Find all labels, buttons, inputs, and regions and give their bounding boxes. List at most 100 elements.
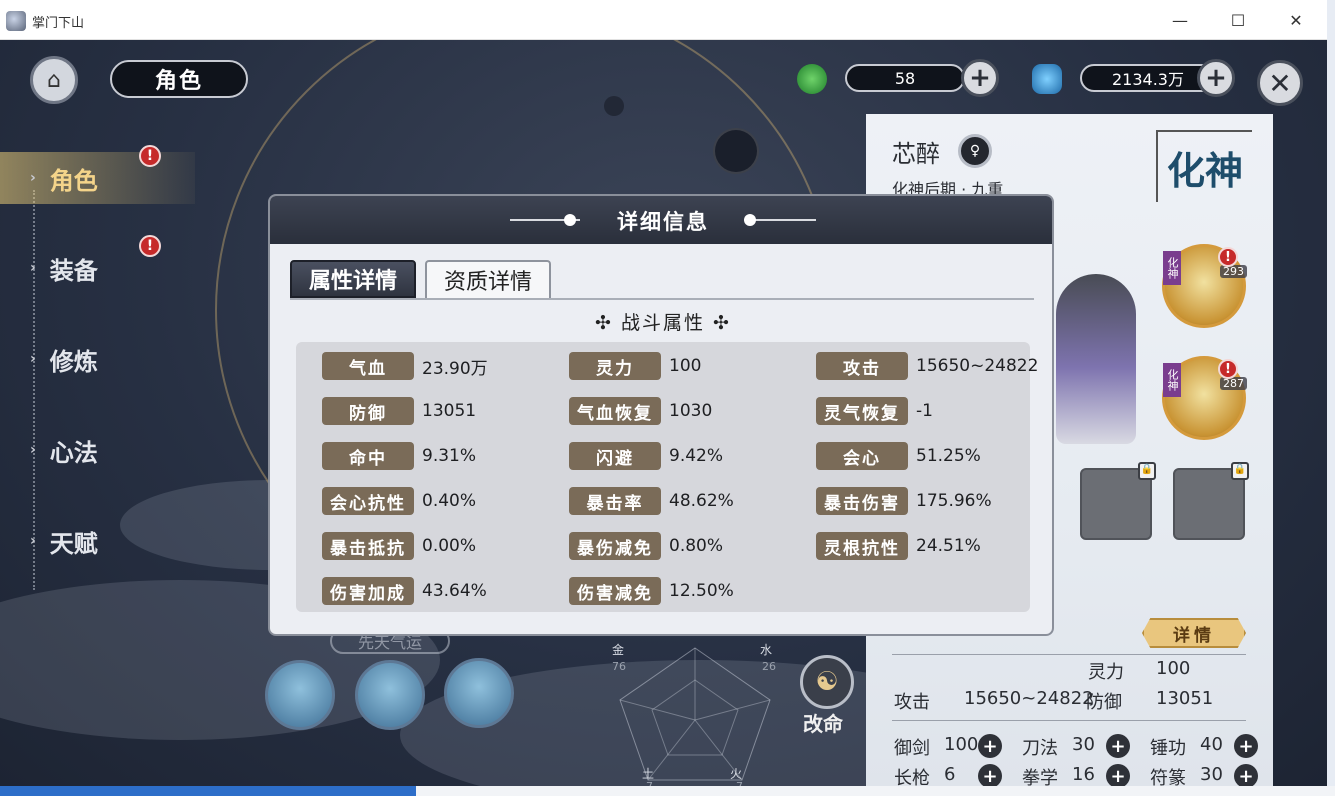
stat-value: 13051 — [422, 401, 477, 421]
sect-home-button[interactable]: ⌂ — [30, 56, 78, 104]
nav-item-cultivation[interactable]: › 修炼 — [30, 339, 190, 379]
stat-value: 100 — [669, 356, 702, 376]
stat-value: 12.50% — [669, 581, 734, 601]
chevron-right-icon: › — [30, 533, 36, 549]
stat-label: 暴伤减免 — [569, 532, 661, 560]
maximize-button[interactable]: ☐ — [1209, 0, 1267, 40]
stat-value: 0.40% — [422, 491, 477, 511]
stat-row: 灵力 100 — [569, 352, 701, 380]
skill-value: 40 — [1200, 734, 1223, 755]
stat-value: -1 — [916, 401, 933, 421]
resource1-add-button[interactable]: + — [961, 59, 999, 97]
stat-row: 暴伤减免 0.80% — [569, 532, 723, 560]
stat-row: 伤害加成 43.64% — [322, 577, 487, 605]
add-skill-button[interactable]: + — [1106, 764, 1130, 786]
character-name: 芯醉 — [892, 140, 940, 168]
stat-row: 伤害减免 12.50% — [569, 577, 734, 605]
close-page-button[interactable]: ✕ — [1257, 60, 1303, 106]
locked-slot-2[interactable]: 🔒 — [1173, 462, 1249, 540]
stat-label: 闪避 — [569, 442, 661, 470]
equip-realm-tag: 化神 — [1163, 363, 1181, 397]
minimize-button[interactable]: — — [1151, 0, 1209, 40]
radar-label-earth: 土 — [642, 767, 654, 781]
fortune-character-1[interactable] — [265, 660, 335, 730]
add-skill-button[interactable]: + — [978, 734, 1002, 758]
gender-icon: ♀ — [958, 134, 992, 168]
dialog-header: 详细信息 — [270, 196, 1052, 244]
stat-label: 暴击抵抗 — [322, 532, 414, 560]
stat-value: 23.90万 — [422, 358, 488, 379]
nav-label: 修炼 — [49, 347, 98, 376]
stat-label: 会心抗性 — [322, 487, 414, 515]
skill-label: 拳学 — [1022, 768, 1058, 786]
chevron-right-icon: › — [30, 260, 36, 276]
radar-value-fire: 7 — [736, 780, 743, 786]
chevron-right-icon: › — [30, 351, 36, 367]
window-close-button[interactable]: ✕ — [1267, 0, 1325, 40]
equip-level: 293 — [1220, 265, 1247, 278]
stat-row: 灵气恢复 -1 — [816, 397, 933, 425]
stat-row: 命中 9.31% — [322, 442, 476, 470]
stat-label: 灵力 — [569, 352, 661, 380]
nav-label: 心法 — [49, 438, 98, 467]
stat-row: 灵根抗性 24.51% — [816, 532, 981, 560]
radar-label-fire: 火 — [730, 767, 742, 781]
stat-row: 会心 51.25% — [816, 442, 981, 470]
details-button[interactable]: 详情 — [1142, 618, 1246, 648]
stat-value: 24.51% — [916, 536, 981, 556]
resource2-add-button[interactable]: + — [1197, 59, 1235, 97]
stat-label: 攻击 — [816, 352, 908, 380]
radar-value-water: 26 — [762, 660, 776, 673]
detail-info-dialog: 详细信息 属性详情 资质详情 ✣ 战斗属性 ✣ 气血 23.90万 灵力 100 攻… — [268, 194, 1054, 636]
stat-value: 1030 — [669, 401, 713, 421]
planet-decoration — [604, 96, 624, 116]
chevron-right-icon: › — [30, 170, 36, 186]
add-skill-button[interactable]: + — [1106, 734, 1130, 758]
stat-label: 伤害加成 — [322, 577, 414, 605]
change-fate-button[interactable]: 改命 — [803, 708, 843, 737]
stat-label: 灵根抗性 — [816, 532, 908, 560]
stat-value: 0.00% — [422, 536, 477, 556]
nav-item-heart-method[interactable]: › 心法 — [30, 430, 190, 470]
combat-attributes-heading: ✣ 战斗属性 ✣ — [595, 312, 731, 334]
skill-value: 16 — [1072, 764, 1095, 785]
add-skill-button[interactable]: + — [1234, 764, 1258, 786]
stat-label: 伤害减免 — [569, 577, 661, 605]
tab-attribute-details[interactable]: 属性详情 — [290, 260, 416, 298]
stat-row: 防御 13051 — [322, 397, 476, 425]
stat-label: 会心 — [816, 442, 908, 470]
add-skill-button[interactable]: + — [1234, 734, 1258, 758]
skill-value: 30 — [1200, 764, 1223, 785]
tab-aptitude-details[interactable]: 资质详情 — [425, 260, 551, 298]
skill-label: 锤功 — [1150, 738, 1186, 759]
nav-label: 装备 — [49, 256, 98, 285]
page-title: 角色 — [110, 60, 248, 98]
stat-value: 9.42% — [669, 446, 724, 466]
fortune-character-3[interactable] — [444, 658, 514, 728]
fortune-character-2[interactable] — [355, 660, 425, 730]
stats-grid: 气血 23.90万 灵力 100 攻击 15650~24822 防御 13051 气血恢… — [296, 342, 1038, 612]
nav-item-talent[interactable]: › 天赋 — [30, 521, 190, 561]
change-fate-icon[interactable]: ☯ — [800, 655, 854, 709]
moon-decoration — [713, 128, 759, 174]
dialog-title: 详细信息 — [617, 210, 709, 234]
stat-value: 15650~24822 — [916, 356, 1039, 376]
radar-value-metal: 76 — [612, 660, 626, 673]
stat-label: 暴击伤害 — [816, 487, 908, 515]
stat-row: 气血 23.90万 — [322, 352, 488, 380]
nav-item-character[interactable]: › 角色 — [0, 152, 195, 204]
spirit-stone-icon — [1032, 64, 1062, 94]
skill-label: 御剑 — [894, 738, 930, 759]
nav-item-equipment[interactable]: › 装备 — [30, 248, 190, 288]
alert-icon: ! — [139, 145, 161, 167]
spirit-power-value: 100 — [1156, 658, 1191, 679]
locked-slot-1[interactable]: 🔒 — [1080, 462, 1156, 540]
stat-row: 攻击 15650~24822 — [816, 352, 1038, 380]
radar-value-earth: 7 — [646, 780, 653, 786]
resource2-counter: 2134.3万 — [1080, 64, 1216, 92]
add-skill-button[interactable]: + — [978, 764, 1002, 786]
resource1-counter: 58 — [845, 64, 965, 92]
stat-label: 暴击率 — [569, 487, 661, 515]
stat-row: 暴击抵抗 0.00% — [322, 532, 476, 560]
alert-icon: ! — [1218, 359, 1238, 379]
